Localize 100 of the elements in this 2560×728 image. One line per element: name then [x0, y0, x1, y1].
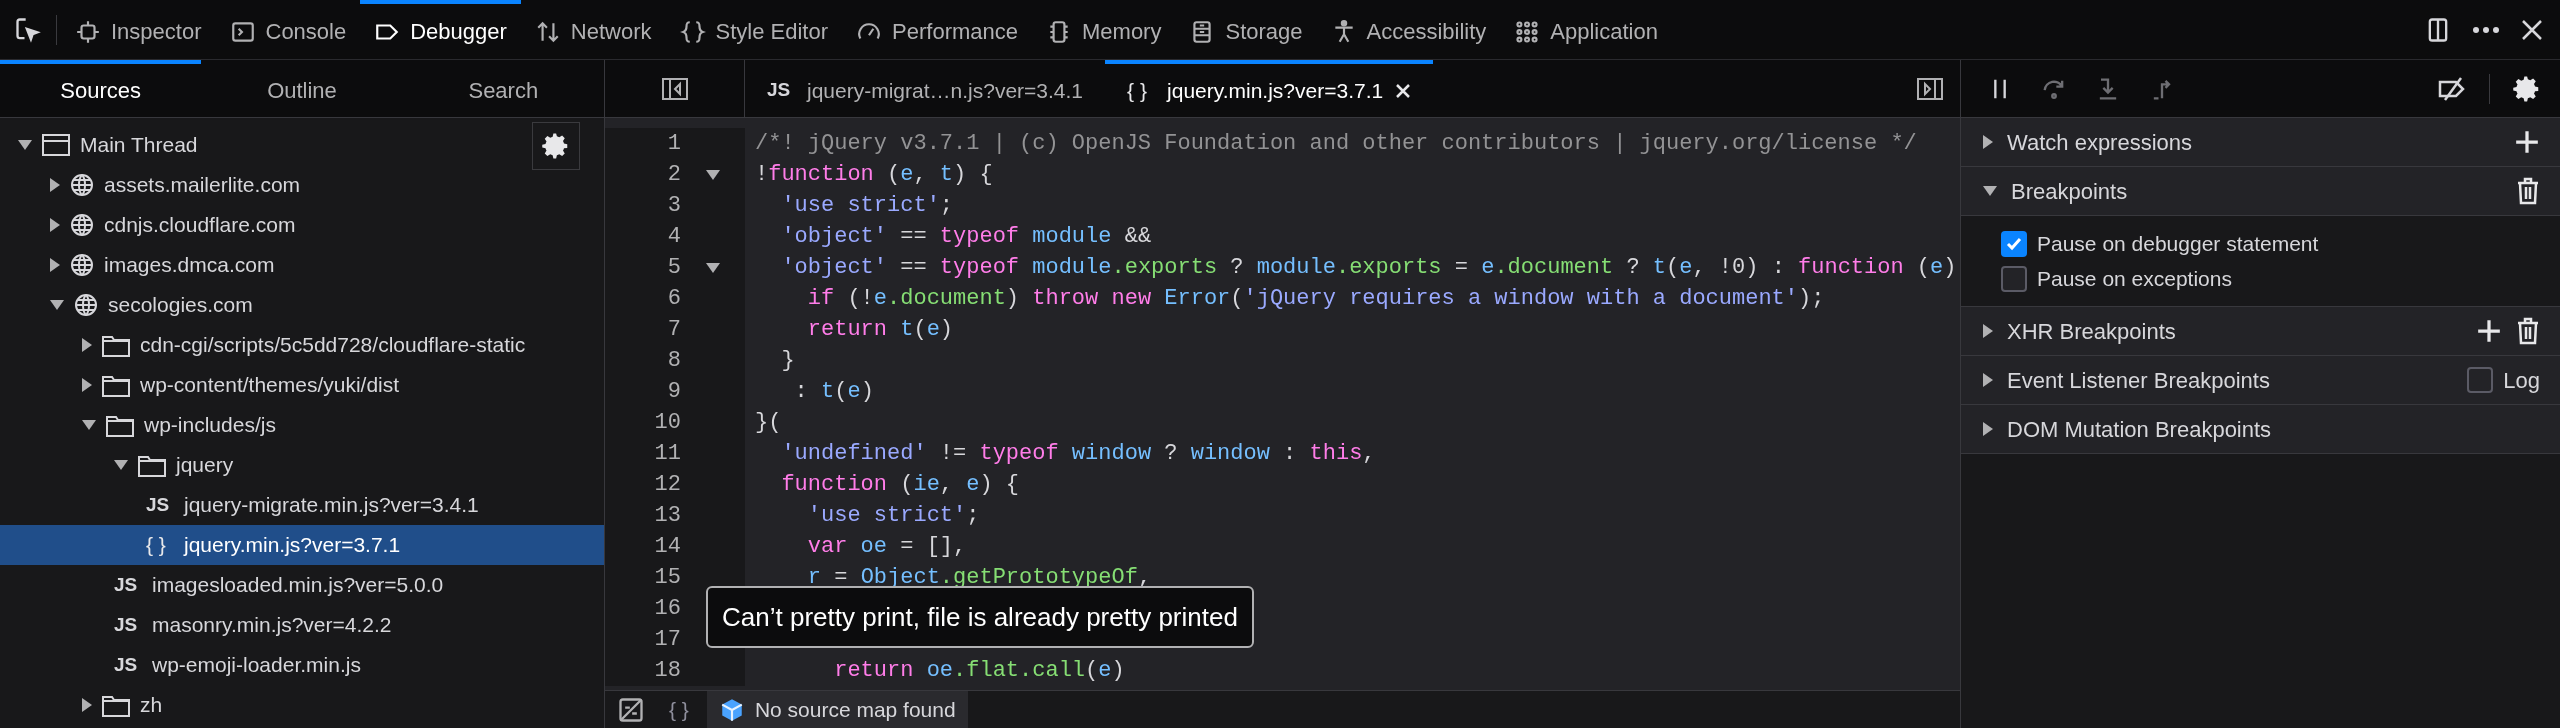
sidebar-toggle-icon[interactable] [661, 77, 688, 100]
element-picker-icon [14, 15, 42, 44]
section-header[interactable]: Event Listener Breakpoints Log [1961, 356, 2560, 405]
folder-icon [102, 333, 130, 357]
deactivate-breakpoints-icon[interactable] [2437, 75, 2467, 102]
folder-icon [102, 693, 130, 717]
sidebar-tab[interactable]: Sources [0, 60, 202, 117]
braces-icon: { } [146, 529, 174, 561]
settings-button[interactable] [532, 122, 580, 170]
tree-item[interactable]: assets.mailerlite.com [0, 165, 604, 205]
collapsed-arrow-icon [50, 258, 60, 272]
line-number: 7 [666, 316, 681, 344]
line-number: 12 [653, 471, 681, 499]
devtools-tab[interactable]: Memory [1032, 0, 1176, 59]
code-line: } [780, 347, 795, 375]
globe-icon [74, 293, 98, 317]
sidebar-tab[interactable]: Outline [201, 60, 403, 117]
fold-arrow-icon[interactable] [706, 262, 720, 273]
line-number: 2 [666, 161, 681, 189]
tree-item[interactable]: zh [0, 685, 604, 725]
tree-item[interactable]: wp-content/themes/yuki/dist [0, 365, 604, 405]
section-header[interactable]: DOM Mutation Breakpoints [1961, 405, 2560, 454]
braces-icon [679, 18, 706, 45]
more-options-icon[interactable] [2472, 25, 2500, 34]
devtools-tab[interactable]: Accessibility [1316, 0, 1501, 59]
log-label: Log [2503, 366, 2540, 395]
tree-item[interactable]: { } jquery.min.js?ver=3.7.1 [0, 525, 604, 565]
tree-item[interactable]: images.dmca.com [0, 245, 604, 285]
js-file-icon: JS [767, 76, 795, 105]
code-line: if (!e.document) throw new Error('jQuery requires a window with a document'); [806, 285, 1825, 313]
devtools-tab[interactable]: Storage [1175, 0, 1317, 59]
expanded-arrow-icon [50, 300, 64, 310]
tree-item[interactable]: cdnjs.cloudflare.com [0, 205, 604, 245]
line-number: 10 [653, 409, 681, 437]
tree-item[interactable]: JS imagesloaded.min.js?ver=5.0.0 [0, 565, 604, 605]
devtools-tab[interactable]: Network [520, 0, 666, 59]
line-number: 6 [666, 285, 681, 313]
collapsed-arrow-icon [1983, 373, 1993, 387]
braces-icon: { } [1127, 74, 1156, 107]
js-file-icon: JS [114, 570, 142, 600]
section-title: Watch expressions [2007, 128, 2193, 157]
devtools-tab[interactable]: Application [1500, 0, 1672, 59]
close-tab-icon[interactable] [1395, 82, 1412, 99]
editor-tab[interactable]: JS jquery-migrat…n.js?ver=3.4.1 [745, 60, 1106, 117]
devtools-tab[interactable]: Style Editor [665, 0, 843, 59]
checkbox[interactable] [2467, 367, 2494, 393]
pretty-print-button[interactable]: { } [669, 693, 689, 726]
line-number: 16 [653, 595, 681, 623]
tree-item[interactable]: JS masonry.min.js?ver=4.2.2 [0, 605, 604, 645]
expanded-arrow-icon [114, 460, 128, 470]
window-icon [42, 133, 70, 157]
sidebar-tab[interactable]: Search [402, 60, 604, 117]
js-file-icon: JS [114, 610, 142, 640]
expanded-arrow-icon [18, 140, 32, 150]
tree-item[interactable]: secologies.com [0, 285, 604, 325]
tree-item[interactable]: cdn-cgi/scripts/5c5dd728/cloudflare-static [0, 325, 604, 365]
code-line: }( [755, 409, 782, 437]
globe-icon [70, 253, 94, 277]
close-icon[interactable] [2520, 17, 2544, 42]
checkbox[interactable] [2001, 230, 2027, 257]
tree-item[interactable]: Main Thread [0, 125, 604, 165]
code-line: return oe.flat.call(e) [833, 657, 1125, 685]
section-header[interactable]: Breakpoints [1961, 167, 2560, 216]
folder-icon [102, 373, 130, 397]
panel-toggle-icon[interactable] [1917, 77, 1943, 100]
code-line: 'undefined' != typeof window ? window : this, [780, 440, 1376, 468]
devtools-tab[interactable]: Console [215, 0, 361, 59]
devtools-tab[interactable]: Inspector [61, 0, 216, 59]
trash-icon[interactable] [2516, 177, 2540, 205]
add-icon[interactable] [2514, 129, 2540, 155]
tree-item[interactable]: JS jquery-migrate.min.js?ver=3.4.1 [0, 485, 604, 525]
section-header[interactable]: XHR Breakpoints [1961, 307, 2560, 356]
globe-icon [70, 173, 94, 197]
trash-icon[interactable] [2516, 317, 2540, 345]
tooltip: Can’t pretty print, file is already pretty printed [706, 586, 1254, 648]
line-number: 5 [666, 254, 681, 282]
section-header[interactable]: Watch expressions [1961, 118, 2560, 167]
option-label: Pause on exceptions [2037, 265, 2232, 292]
expanded-arrow-icon [82, 420, 96, 430]
code-line: !function (e, t) { [755, 161, 993, 189]
collapsed-arrow-icon [1983, 135, 1993, 149]
checkbox[interactable] [2001, 265, 2027, 292]
tree-item[interactable]: jquery [0, 445, 604, 485]
grid-dots-icon [1514, 18, 1541, 45]
folder-icon [106, 413, 134, 437]
code-line: : t(e) [793, 378, 874, 406]
source-map-status: No source map found [706, 691, 968, 728]
code-line: return t(e) [806, 316, 954, 344]
tree-item[interactable]: wp-includes/js [0, 405, 604, 445]
section-title: Event Listener Breakpoints [2007, 366, 2270, 395]
section-title: XHR Breakpoints [2007, 317, 2176, 346]
code-line: 'object' == typeof module && [780, 223, 1152, 251]
js-file-icon: JS [114, 650, 142, 680]
devtools-tab[interactable]: Performance [842, 0, 1032, 59]
line-number: 3 [666, 192, 681, 220]
add-icon[interactable] [2476, 318, 2502, 344]
tree-item[interactable]: JS wp-emoji-loader.min.js [0, 645, 604, 685]
fold-arrow-icon[interactable] [706, 169, 720, 180]
line-number: 8 [666, 347, 681, 375]
line-number: 1 [666, 130, 681, 158]
